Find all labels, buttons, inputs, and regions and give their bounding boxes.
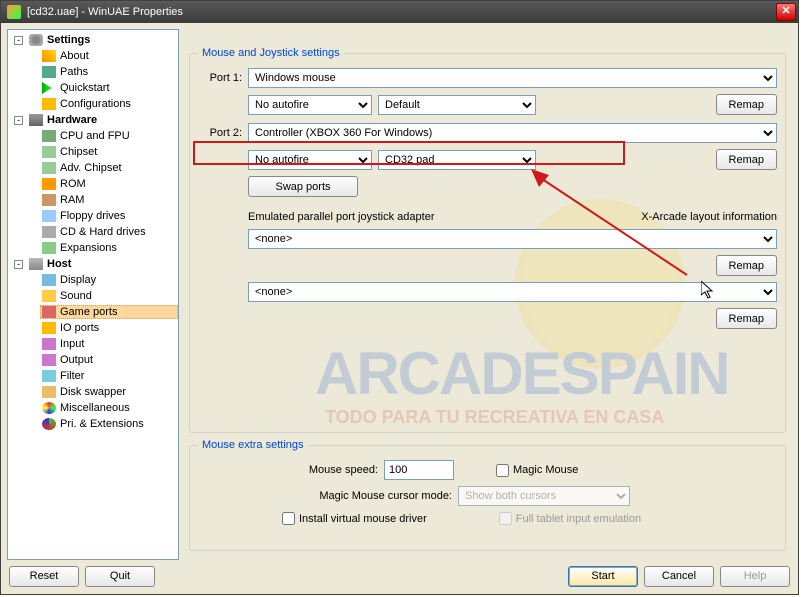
tree-sound[interactable]: Sound <box>8 288 178 304</box>
port1-autofire-select[interactable]: No autofire <box>248 95 372 115</box>
port2-remap-button[interactable]: Remap <box>716 149 777 170</box>
tree-priority[interactable]: Pri. & Extensions <box>8 416 178 432</box>
tree-ram[interactable]: RAM <box>8 192 178 208</box>
quit-button[interactable]: Quit <box>85 566 155 587</box>
input-icon <box>42 338 56 350</box>
tree-advchipset[interactable]: Adv. Chipset <box>8 160 178 176</box>
port1-device-select[interactable]: Windows mouse <box>248 68 777 88</box>
port3-device-select[interactable]: <none> <box>248 229 777 249</box>
port1-label: Port 1: <box>198 72 242 84</box>
annotation-red-box <box>193 141 625 165</box>
host-icon <box>29 258 43 270</box>
cancel-button[interactable]: Cancel <box>644 566 714 587</box>
tree-rom[interactable]: ROM <box>8 176 178 192</box>
cursor-mode-label: Magic Mouse cursor mode: <box>198 490 452 502</box>
collapse-icon[interactable]: - <box>14 260 23 269</box>
tree-ioports[interactable]: IO ports <box>8 320 178 336</box>
close-button[interactable]: ✕ <box>776 3 796 21</box>
reset-button[interactable]: Reset <box>9 566 79 587</box>
tree-configurations[interactable]: Configurations <box>8 96 178 112</box>
help-button: Help <box>720 566 790 587</box>
gear-icon <box>29 34 43 46</box>
tree-misc[interactable]: Miscellaneous <box>8 400 178 416</box>
window-title: [cd32.uae] - WinUAE Properties <box>27 6 776 18</box>
misc-icon <box>42 402 56 414</box>
about-icon <box>42 50 56 62</box>
priority-icon <box>42 418 56 430</box>
group-legend: Mouse extra settings <box>198 439 308 451</box>
port4-device-select[interactable]: <none> <box>248 282 777 302</box>
io-icon <box>42 322 56 334</box>
tree-cpu[interactable]: CPU and FPU <box>8 128 178 144</box>
output-icon <box>42 354 56 366</box>
tree-diskswapper[interactable]: Disk swapper <box>8 384 178 400</box>
mouse-extra-group: Mouse extra settings Mouse speed: Magic … <box>189 445 786 551</box>
client-area: -Settings About Paths Quickstart Configu… <box>1 23 798 594</box>
tree-input[interactable]: Input <box>8 336 178 352</box>
xarcade-label: X-Arcade layout information <box>641 211 777 223</box>
hardware-icon <box>29 114 43 126</box>
port2-label: Port 2: <box>198 127 242 139</box>
tree-settings[interactable]: -Settings <box>8 32 178 48</box>
ram-icon <box>42 194 56 206</box>
port1-mode-select[interactable]: Default <box>378 95 536 115</box>
tree-hardware[interactable]: -Hardware <box>8 112 178 128</box>
cpu-icon <box>42 130 56 142</box>
port3-remap-button[interactable]: Remap <box>716 255 777 276</box>
titlebar: [cd32.uae] - WinUAE Properties ✕ <box>1 1 798 23</box>
monitor-icon <box>42 274 56 286</box>
port1-remap-button[interactable]: Remap <box>716 94 777 115</box>
chip-icon <box>42 146 56 158</box>
app-icon <box>7 5 21 19</box>
speaker-icon <box>42 290 56 302</box>
tree-display[interactable]: Display <box>8 272 178 288</box>
nav-tree[interactable]: -Settings About Paths Quickstart Configu… <box>7 29 179 560</box>
swap-ports-button[interactable]: Swap ports <box>248 176 358 197</box>
swap-icon <box>42 386 56 398</box>
start-button[interactable]: Start <box>568 566 638 587</box>
chip-icon <box>42 162 56 174</box>
tablet-checkbox: Full tablet input emulation <box>499 512 641 525</box>
install-driver-checkbox[interactable]: Install virtual mouse driver <box>282 512 427 525</box>
rom-icon <box>42 178 56 190</box>
paths-icon <box>42 66 56 78</box>
tree-gameports[interactable]: Game ports <box>8 304 178 320</box>
collapse-icon[interactable]: - <box>14 116 23 125</box>
tree-floppy[interactable]: Floppy drives <box>8 208 178 224</box>
tree-host[interactable]: -Host <box>8 256 178 272</box>
tree-paths[interactable]: Paths <box>8 64 178 80</box>
tree-quickstart[interactable]: Quickstart <box>8 80 178 96</box>
port4-remap-button[interactable]: Remap <box>716 308 777 329</box>
port2-device-select[interactable]: Controller (XBOX 360 For Windows) <box>248 123 777 143</box>
floppy-icon <box>42 210 56 222</box>
tree-filter[interactable]: Filter <box>8 368 178 384</box>
window: [cd32.uae] - WinUAE Properties ✕ -Settin… <box>0 0 799 595</box>
tree-hdd[interactable]: CD & Hard drives <box>8 224 178 240</box>
play-icon <box>42 82 56 94</box>
tree-chipset[interactable]: Chipset <box>8 144 178 160</box>
mouse-joystick-group: Mouse and Joystick settings Port 1: Wind… <box>189 53 786 433</box>
adapter-label: Emulated parallel port joystick adapter <box>248 211 434 223</box>
tree-about[interactable]: About <box>8 48 178 64</box>
config-icon <box>42 98 56 110</box>
mouse-speed-input[interactable] <box>384 460 454 480</box>
filter-icon <box>42 370 56 382</box>
group-legend: Mouse and Joystick settings <box>198 47 344 59</box>
gamepad-icon <box>42 306 56 318</box>
tree-expansions[interactable]: Expansions <box>8 240 178 256</box>
expansion-icon <box>42 242 56 254</box>
magic-mouse-checkbox[interactable]: Magic Mouse <box>496 464 578 477</box>
mouse-speed-label: Mouse speed: <box>198 464 378 476</box>
footer: Reset Quit Start Cancel Help <box>7 560 792 588</box>
tree-output[interactable]: Output <box>8 352 178 368</box>
disk-icon <box>42 226 56 238</box>
cursor-mode-select: Show both cursors <box>458 486 630 506</box>
collapse-icon[interactable]: - <box>14 36 23 45</box>
